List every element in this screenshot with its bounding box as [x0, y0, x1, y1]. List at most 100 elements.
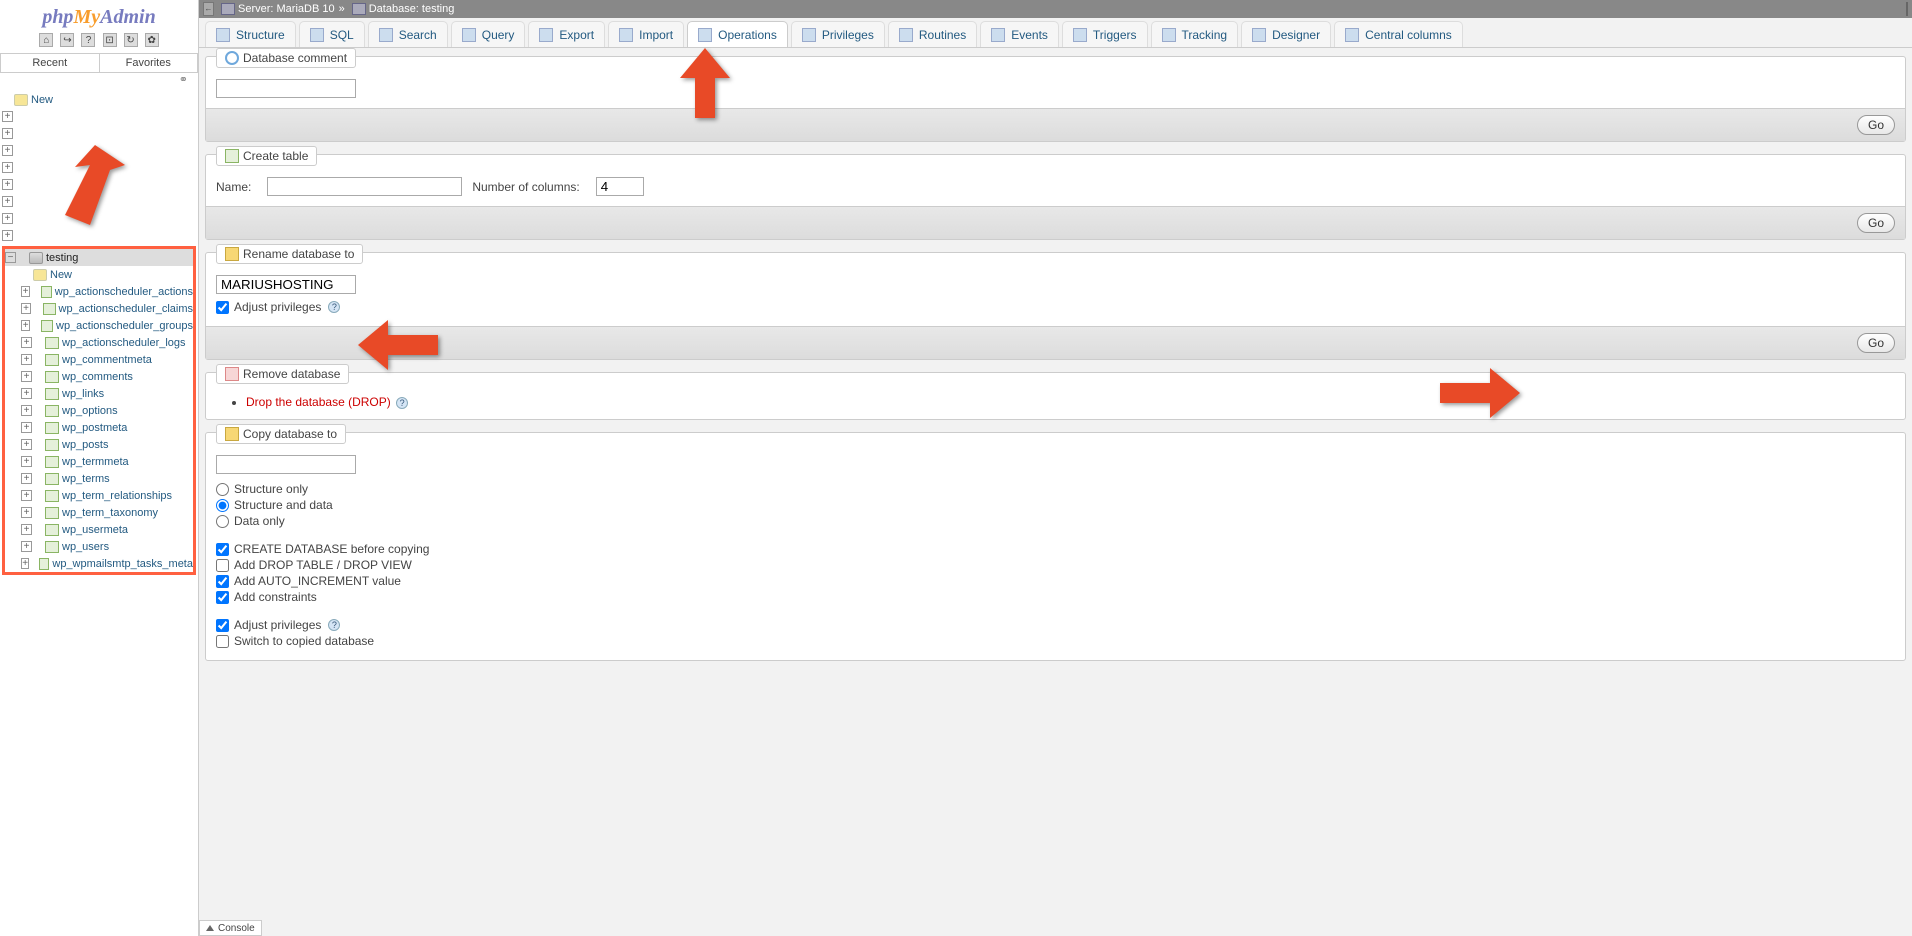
tab-export[interactable]: Export — [528, 21, 605, 47]
tree-new-table[interactable]: New — [5, 266, 193, 283]
table-icon — [45, 371, 59, 383]
logout-icon[interactable]: ↪ — [60, 33, 74, 47]
tree-table[interactable]: +wp_actionscheduler_actions — [5, 283, 193, 300]
tree-table[interactable]: +wp_actionscheduler_claims — [5, 300, 193, 317]
tab-sql[interactable]: SQL — [299, 21, 365, 47]
recent-favorites-tabs: Recent Favorites — [0, 53, 198, 73]
tree-collapsed-db[interactable]: + — [2, 176, 196, 193]
panel-copy-database: Copy database to Structure only Structur… — [205, 432, 1906, 661]
tree-table[interactable]: +wp_term_relationships — [5, 487, 193, 504]
tab-operations[interactable]: Operations — [687, 21, 788, 47]
tab-routines[interactable]: Routines — [888, 21, 977, 47]
rename-input[interactable] — [216, 275, 356, 294]
tab-privileges[interactable]: Privileges — [791, 21, 885, 47]
create-name-input[interactable] — [267, 177, 462, 196]
tree-table[interactable]: +wp_posts — [5, 436, 193, 453]
gear-icon[interactable]: ✿ — [145, 33, 159, 47]
adjust-privileges-checkbox[interactable] — [216, 301, 229, 314]
go-button-rename[interactable]: Go — [1857, 333, 1895, 353]
cb-switch[interactable] — [216, 635, 229, 648]
table-icon — [45, 473, 59, 485]
comment-icon — [225, 51, 239, 65]
recent-tab[interactable]: Recent — [1, 54, 100, 72]
create-columns-input[interactable] — [596, 177, 644, 196]
tree-table[interactable]: +wp_terms — [5, 470, 193, 487]
home-icon[interactable]: ⌂ — [39, 33, 53, 47]
breadcrumb-database[interactable]: Database: testing — [369, 3, 455, 15]
reload-icon[interactable]: ↻ — [124, 33, 138, 47]
query-icon — [462, 28, 476, 42]
tree-table[interactable]: +wp_options — [5, 402, 193, 419]
tree-table[interactable]: +wp_links — [5, 385, 193, 402]
panel-database-comment: Database comment Go — [205, 56, 1906, 142]
tree-table[interactable]: +wp_termmeta — [5, 453, 193, 470]
tree-collapsed-db[interactable]: + — [2, 142, 196, 159]
cb-autoinc[interactable] — [216, 575, 229, 588]
go-button-comment[interactable]: Go — [1857, 115, 1895, 135]
copy-db-input[interactable] — [216, 455, 356, 474]
tree-table[interactable]: +wp_users — [5, 538, 193, 555]
table-icon — [45, 337, 59, 349]
tab-structure[interactable]: Structure — [205, 21, 296, 47]
go-button-create[interactable]: Go — [1857, 213, 1895, 233]
help-icon[interactable]: ? — [328, 619, 340, 631]
tab-query[interactable]: Query — [451, 21, 526, 47]
tree-collapsed-db[interactable]: + — [2, 125, 196, 142]
table-icon — [45, 405, 59, 417]
breadcrumb-server[interactable]: Server: MariaDB 10 — [238, 3, 335, 15]
tree-table[interactable]: +wp_usermeta — [5, 521, 193, 538]
sql-icon[interactable]: ⊡ — [103, 33, 117, 47]
tree-table[interactable]: +wp_wpmailsmtp_tasks_meta — [5, 555, 193, 572]
help-icon[interactable]: ? — [396, 397, 408, 409]
db-comment-input[interactable] — [216, 79, 356, 98]
console-toggle-icon — [206, 925, 214, 931]
database-tree: New + + + + + + + + − testing New +wp_ac… — [0, 87, 198, 936]
tab-designer[interactable]: Designer — [1241, 21, 1331, 47]
tree-table[interactable]: +wp_term_taxonomy — [5, 504, 193, 521]
sidebar-toolbar: ⌂ ↪ ? ⊡ ↻ ✿ — [0, 31, 198, 53]
cb-create-before[interactable] — [216, 543, 229, 556]
page-settings-icon[interactable] — [1906, 2, 1908, 16]
tree-db-testing[interactable]: − testing — [5, 249, 193, 266]
tree-new-db[interactable]: New — [2, 91, 196, 108]
tree-collapsed-db[interactable]: + — [2, 210, 196, 227]
link-icon[interactable]: ⚭ — [179, 73, 188, 86]
cb-adjust-priv[interactable] — [216, 619, 229, 632]
console-bar[interactable]: Console — [199, 920, 262, 936]
content-area: Database comment Go Create table Name: N… — [199, 48, 1912, 936]
radio-structure-data[interactable] — [216, 499, 229, 512]
tree-table[interactable]: +wp_comments — [5, 368, 193, 385]
tree-table[interactable]: +wp_commentmeta — [5, 351, 193, 368]
docs-icon[interactable]: ? — [81, 33, 95, 47]
main-area: ← Server: MariaDB 10 » Database: testing… — [199, 0, 1912, 936]
tab-import[interactable]: Import — [608, 21, 684, 47]
adjust-privileges-label: Adjust privileges — [234, 300, 321, 314]
new-icon — [14, 94, 28, 106]
tab-triggers[interactable]: Triggers — [1062, 21, 1148, 47]
tree-table[interactable]: +wp_postmeta — [5, 419, 193, 436]
tree-collapsed-db[interactable]: + — [2, 108, 196, 125]
tab-central[interactable]: Central columns — [1334, 21, 1463, 47]
tab-events[interactable]: Events — [980, 21, 1059, 47]
pencil-icon — [225, 427, 239, 441]
designer-icon — [1252, 28, 1266, 42]
tree-table[interactable]: +wp_actionscheduler_groups — [5, 317, 193, 334]
radio-structure-only[interactable] — [216, 483, 229, 496]
favorites-tab[interactable]: Favorites — [100, 54, 198, 72]
tree-table[interactable]: +wp_actionscheduler_logs — [5, 334, 193, 351]
events-icon — [991, 28, 1005, 42]
sql-icon — [310, 28, 324, 42]
tree-collapsed-db[interactable]: + — [2, 193, 196, 210]
radio-data-only[interactable] — [216, 515, 229, 528]
cb-drop[interactable] — [216, 559, 229, 572]
drop-database-link[interactable]: Drop the database (DROP) — [246, 395, 391, 409]
cb-constraints[interactable] — [216, 591, 229, 604]
table-icon — [45, 490, 59, 502]
privileges-icon — [802, 28, 816, 42]
collapse-nav-icon[interactable]: ← — [203, 2, 214, 16]
tab-search[interactable]: Search — [368, 21, 448, 47]
tree-collapsed-db[interactable]: + — [2, 227, 196, 244]
tree-collapsed-db[interactable]: + — [2, 159, 196, 176]
tab-tracking[interactable]: Tracking — [1151, 21, 1239, 47]
help-icon[interactable]: ? — [328, 301, 340, 313]
